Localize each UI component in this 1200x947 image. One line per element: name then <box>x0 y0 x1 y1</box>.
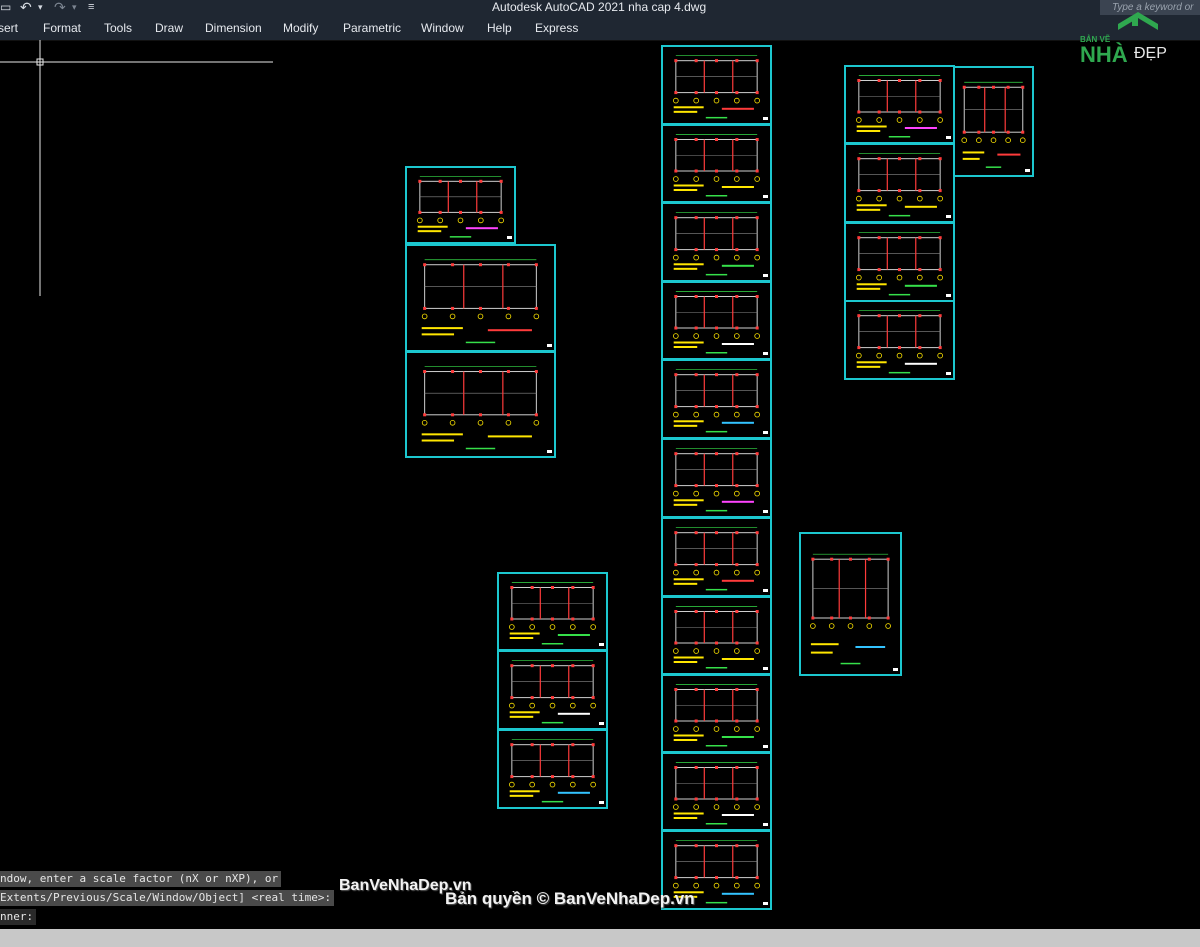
menu-draw[interactable]: Draw <box>155 21 183 35</box>
layout-sheet[interactable] <box>661 752 772 831</box>
layout-sheet[interactable] <box>661 281 772 360</box>
menu-dimension[interactable]: Dimension <box>205 21 262 35</box>
status-bar <box>0 929 1200 947</box>
sheet-drawing <box>673 762 768 826</box>
layout-sheet[interactable] <box>844 300 955 380</box>
new-file-icon[interactable]: ▭ <box>0 0 11 17</box>
sheet-drawing <box>673 527 768 592</box>
layout-sheet[interactable] <box>405 244 556 352</box>
sheet-drawing <box>673 291 768 355</box>
layout-sheet[interactable] <box>661 517 772 597</box>
menu-format[interactable]: Format <box>43 21 81 35</box>
command-history-line-2: Extents/Previous/Scale/Window/Object] <r… <box>0 890 335 906</box>
layout-sheet[interactable] <box>661 124 772 203</box>
sheet-drawing <box>673 55 768 120</box>
menu-modify[interactable]: Modify <box>283 21 318 35</box>
layout-sheet[interactable] <box>661 438 772 518</box>
redo-dropdown-icon[interactable]: ▾ <box>72 0 77 17</box>
customize-toolbar-icon[interactable]: ≡ <box>88 0 94 17</box>
menu-window[interactable]: Window <box>421 21 464 35</box>
menu-bar: Insert Format Tools Draw Dimension Modif… <box>0 17 1200 41</box>
layout-sheet[interactable] <box>497 729 608 809</box>
undo-dropdown-icon[interactable]: ▾ <box>38 0 43 17</box>
window-title: Autodesk AutoCAD 2021 nha cap 4.dwg <box>492 0 707 14</box>
crosshair-cursor-icon <box>0 40 273 296</box>
sheet-drawing <box>810 553 898 671</box>
sheet-drawing <box>421 366 552 453</box>
menu-insert[interactable]: Insert <box>0 21 18 35</box>
sheet-drawing <box>673 606 768 670</box>
undo-icon[interactable]: ↶ <box>20 0 32 17</box>
sheet-drawing <box>509 582 604 646</box>
command-history-line-1: ndow, enter a scale factor (nX or nXP), … <box>0 871 282 887</box>
layout-sheet[interactable] <box>661 359 772 439</box>
layout-sheet[interactable] <box>844 65 955 144</box>
layout-sheet[interactable] <box>844 222 955 302</box>
title-bar: ▭ ↶ ▾ ↷ ▾ ≡ Autodesk AutoCAD 2021 nha ca… <box>0 0 1200 17</box>
redo-icon[interactable]: ↷ <box>54 0 66 17</box>
layout-sheet[interactable] <box>661 674 772 753</box>
watermark-copyright: Bản quyền © BanVeNhaDep.vn <box>445 889 695 908</box>
menu-help[interactable]: Help <box>487 21 512 35</box>
sheet-drawing <box>961 81 1030 172</box>
layout-sheet[interactable] <box>497 572 608 651</box>
layout-sheet[interactable] <box>799 532 902 676</box>
sheet-drawing <box>421 259 552 347</box>
layout-sheet[interactable] <box>953 66 1034 177</box>
layout-sheet[interactable] <box>405 351 556 458</box>
menu-express[interactable]: Express <box>535 21 578 35</box>
sheet-drawing <box>509 739 604 804</box>
layout-sheet[interactable] <box>844 143 955 223</box>
sheet-drawing <box>673 369 768 434</box>
layout-sheet[interactable] <box>661 45 772 125</box>
sheet-drawing <box>856 153 951 218</box>
sheet-drawing <box>417 175 512 239</box>
layout-sheet[interactable] <box>661 596 772 675</box>
sheet-drawing <box>673 448 768 513</box>
menu-parametric[interactable]: Parametric <box>343 21 401 35</box>
sheet-drawing <box>673 212 768 277</box>
svg-text:ĐẸP: ĐẸP <box>1134 45 1167 62</box>
sheet-drawing <box>856 75 951 139</box>
svg-text:NHÀ: NHÀ <box>1080 42 1128 66</box>
command-input[interactable]: nner: <box>0 909 37 925</box>
layout-sheet[interactable] <box>497 650 608 730</box>
sheet-drawing <box>856 310 951 375</box>
menu-tools[interactable]: Tools <box>104 21 132 35</box>
sheet-drawing <box>673 684 768 748</box>
layout-sheet[interactable] <box>661 202 772 282</box>
layout-sheet[interactable] <box>405 166 516 244</box>
banvenhadep-logo: BẢN VẼ NHÀ ĐẸP <box>1080 12 1167 66</box>
sheet-drawing <box>673 134 768 198</box>
sheet-drawing <box>509 660 604 725</box>
sheet-drawing <box>856 232 951 297</box>
